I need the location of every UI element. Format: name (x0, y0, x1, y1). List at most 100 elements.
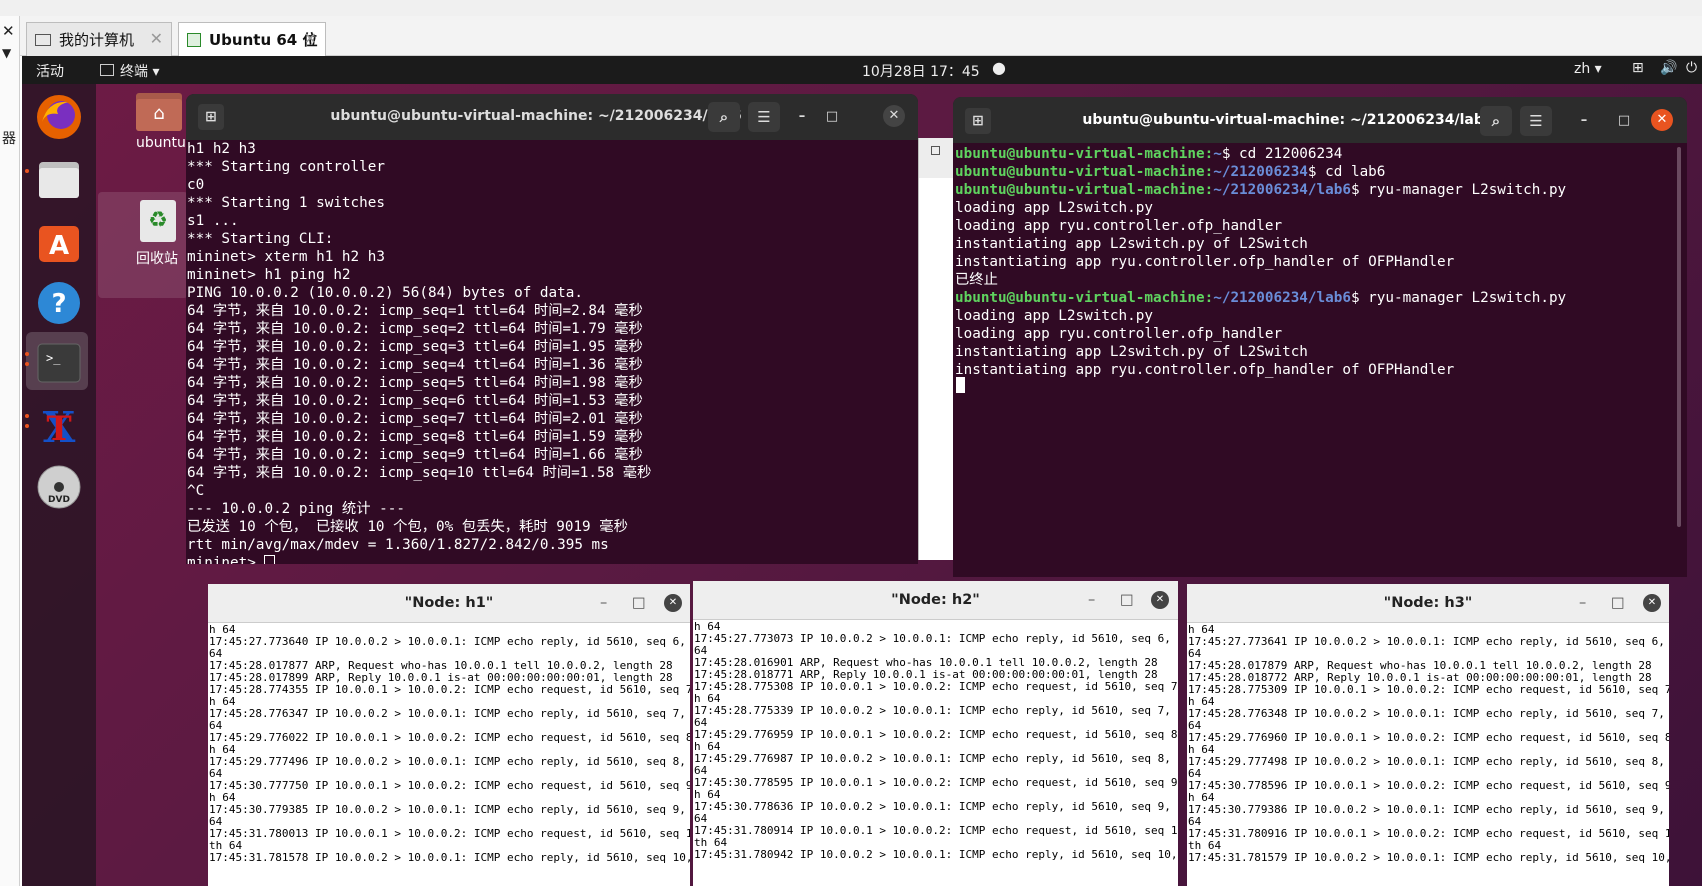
prompt-path: ~/212006234/lab6 (1213, 290, 1351, 306)
tab-label: 我的计算机 (59, 31, 135, 49)
close-icon[interactable]: ✕ (1643, 594, 1661, 612)
app-menu[interactable]: 终端 ▾ (100, 61, 159, 81)
network-icon[interactable]: ⊞ (1632, 60, 1644, 76)
terminal-window-left[interactable]: ⊞ ubuntu@ubuntu-virtual-machine: ~/21200… (186, 94, 918, 564)
terminal-line: 64 字节，来自 10.0.0.2: icmp_seq=4 ttl=64 时间=… (187, 357, 643, 373)
terminal-line: h1 h2 h3 (187, 141, 256, 157)
clock[interactable]: 10月28日 17：45 (862, 61, 980, 81)
maximize-icon[interactable]: □ (821, 106, 843, 128)
xterm-titlebar[interactable]: "Node: h1" – □ ✕ (208, 584, 690, 623)
xterm-output[interactable]: h 64 17:45:27.773640 IP 10.0.0.2 > 10.0.… (209, 624, 690, 864)
terminal-line: loading app L2switch.py (955, 200, 1153, 216)
terminal-title: ubuntu@ubuntu-virtual-machine: ~/2120062… (330, 108, 742, 124)
prompt-user: ubuntu@ubuntu-virtual-machine: (955, 290, 1214, 306)
close-tab-icon[interactable]: ✕ (150, 29, 163, 48)
terminal-output-right[interactable]: ubuntu@ubuntu-virtual-machine:~$ cd 2120… (955, 145, 1566, 379)
dock: A ? >_ XT DVD (22, 84, 96, 886)
minimize-icon[interactable]: – (600, 584, 607, 622)
trash-desktop-icon[interactable]: ♻ 回收站 (98, 192, 188, 298)
xterm-window-h1[interactable]: "Node: h1" – □ ✕ h 64 17:45:27.773640 IP… (208, 584, 690, 886)
terminal-line: mininet> xterm h1 h2 h3 (187, 249, 385, 265)
host-left-panel: ✕ ▼ 器 (0, 16, 20, 886)
terminal-line: ^C (187, 483, 205, 499)
maximize-icon[interactable]: □ (1611, 584, 1625, 622)
terminal-line: ubuntu@ubuntu-virtual-machine:~/21200623… (955, 163, 1566, 181)
minimize-icon[interactable]: – (791, 106, 813, 128)
close-tab-icon[interactable]: ✕ (304, 29, 317, 48)
terminal-line: rtt min/avg/max/mdev = 1.360/1.827/2.842… (187, 537, 609, 553)
help-icon[interactable]: ? (34, 278, 84, 328)
xterm-window-h2[interactable]: "Node: h2" – □ ✕ h 64 17:45:27.773073 IP… (693, 581, 1178, 886)
new-tab-icon[interactable]: ⊞ (198, 104, 224, 130)
software-center-icon[interactable]: A (34, 216, 84, 266)
tab-ubuntu[interactable]: Ubuntu 64 位 ✕ (178, 22, 326, 56)
minimize-icon[interactable]: – (1573, 110, 1595, 132)
svg-text:DVD: DVD (48, 495, 70, 505)
xterm-output[interactable]: h 64 17:45:27.773641 IP 10.0.0.2 > 10.0.… (1188, 624, 1669, 864)
xterm-title: "Node: h3" (1383, 595, 1473, 611)
maximize-icon[interactable]: □ (1613, 110, 1635, 132)
notification-dot-icon: ● (992, 58, 1006, 77)
terminal-line: ubuntu@ubuntu-virtual-machine:~$ cd 2120… (955, 145, 1566, 163)
maximize-icon (931, 146, 940, 155)
volume-icon[interactable]: 🔊 (1660, 60, 1677, 76)
close-icon[interactable]: ✕ (664, 594, 682, 612)
terminal-line: instantiating app L2switch.py of L2Switc… (955, 344, 1308, 360)
dropdown-icon[interactable]: ▼ (2, 46, 11, 60)
close-icon[interactable]: ✕ (883, 105, 905, 127)
terminal-line: s1 ... (187, 213, 239, 229)
maximize-icon[interactable]: □ (632, 584, 646, 622)
xterm-window-h3[interactable]: "Node: h3" – □ ✕ h 64 17:45:27.773641 IP… (1187, 584, 1669, 886)
xterm-output[interactable]: h 64 17:45:27.773073 IP 10.0.0.2 > 10.0.… (694, 621, 1178, 861)
terminal-line: c0 (187, 177, 205, 193)
terminal-titlebar[interactable]: ⊞ ubuntu@ubuntu-virtual-machine: ~/21200… (186, 94, 918, 140)
svg-text:>_: >_ (46, 351, 61, 365)
language-label: zh (1574, 61, 1591, 77)
gnome-top-bar: 活动 终端 ▾ 10月28日 17：45 ● zh ▾ ⊞ 🔊 ⏻ (22, 56, 1702, 84)
xterm-icon[interactable]: XT (34, 400, 84, 452)
terminal-line: 64 字节，来自 10.0.0.2: icmp_seq=5 ttl=64 时间=… (187, 375, 643, 391)
home-label: ubuntu (136, 135, 186, 151)
terminal-icon[interactable]: >_ (34, 338, 84, 388)
svg-text:A: A (49, 231, 69, 261)
terminal-output-left[interactable]: h1 h2 h3 *** Starting controller c0 *** Sta… (187, 140, 651, 564)
background-window-content (919, 178, 957, 560)
running-indicator (25, 352, 29, 356)
new-tab-icon[interactable]: ⊞ (965, 108, 991, 134)
activities-button[interactable]: 活动 (36, 61, 64, 81)
close-icon[interactable]: ✕ (1651, 109, 1673, 131)
xterm-titlebar[interactable]: "Node: h2" – □ ✕ (693, 581, 1178, 620)
command: $ cd 212006234 (1221, 146, 1343, 162)
firefox-icon[interactable] (34, 92, 84, 142)
terminal-line: loading app ryu.controller.ofp_handler (955, 218, 1283, 234)
minimize-icon[interactable]: – (1579, 584, 1586, 622)
terminal-line: 64 字节，来自 10.0.0.2: icmp_seq=3 ttl=64 时间=… (187, 339, 643, 355)
power-icon[interactable]: ⏻ (1686, 60, 1697, 76)
close-icon[interactable]: ✕ (2, 22, 15, 40)
terminal-window-right[interactable]: ⊞ ubuntu@ubuntu-virtual-machine: ~/21200… (953, 97, 1687, 577)
command: $ ryu-manager L2switch.py (1350, 182, 1567, 198)
files-icon[interactable] (34, 154, 84, 204)
hamburger-menu-icon[interactable]: ☰ (748, 102, 780, 132)
search-icon[interactable]: ⌕ (708, 102, 740, 132)
hamburger-menu-icon[interactable]: ☰ (1520, 106, 1552, 136)
search-icon[interactable]: ⌕ (1480, 106, 1512, 136)
home-folder-desktop-icon[interactable]: ⌂ ubuntu (98, 93, 186, 153)
xterm-titlebar[interactable]: "Node: h3" – □ ✕ (1187, 584, 1669, 623)
terminal-line: 已发送 10 个包， 已接收 10 个包，0% 包丢失，耗时 9019 毫秒 (187, 519, 628, 535)
terminal-titlebar[interactable]: ⊞ ubuntu@ubuntu-virtual-machine: ~/21200… (953, 97, 1687, 143)
scrollbar[interactable] (1677, 147, 1681, 527)
terminal-line: 64 字节，来自 10.0.0.2: icmp_seq=1 ttl=64 时间=… (187, 303, 643, 319)
terminal-line: ubuntu@ubuntu-virtual-machine:~/21200623… (955, 181, 1566, 199)
terminal-line: --- 10.0.0.2 ping 统计 --- (187, 501, 405, 517)
terminal-line: instantiating app ryu.controller.ofp_han… (955, 362, 1455, 378)
maximize-icon[interactable]: □ (1120, 581, 1134, 619)
trash-label: 回收站 (136, 251, 178, 267)
tab-my-computer[interactable]: 我的计算机 ✕ (26, 22, 172, 56)
svg-text:?: ? (51, 289, 66, 319)
dvd-icon[interactable]: DVD (34, 462, 84, 512)
svg-text:T: T (46, 409, 71, 449)
language-indicator[interactable]: zh ▾ (1574, 61, 1602, 77)
minimize-icon[interactable]: – (1088, 581, 1095, 619)
close-icon[interactable]: ✕ (1151, 591, 1169, 609)
